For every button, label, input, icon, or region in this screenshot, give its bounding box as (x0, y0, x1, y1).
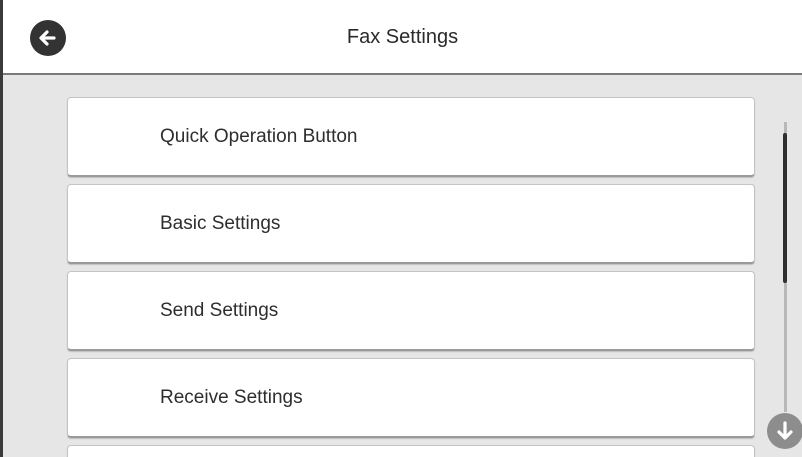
menu-item-partially-visible[interactable] (67, 445, 755, 457)
menu-item-label: Quick Operation Button (160, 125, 358, 147)
scrollbar-thumb[interactable] (783, 133, 787, 283)
header-bar: Fax Settings (3, 0, 802, 75)
menu-item-send-settings[interactable]: Send Settings (67, 271, 755, 351)
settings-menu-list: Quick Operation Button Basic Settings Se… (67, 97, 755, 457)
fax-settings-screen: Fax Settings Quick Operation Button Basi… (0, 0, 802, 457)
arrow-down-icon (777, 421, 793, 440)
menu-item-label: Send Settings (160, 299, 279, 321)
page-title: Fax Settings (346, 26, 459, 48)
scroll-down-button[interactable] (767, 413, 802, 449)
menu-item-basic-settings[interactable]: Basic Settings (67, 184, 755, 264)
menu-item-quick-operation-button[interactable]: Quick Operation Button (67, 97, 755, 177)
menu-item-label: Receive Settings (160, 386, 303, 408)
menu-item-label: Basic Settings (160, 212, 281, 234)
menu-item-receive-settings[interactable]: Receive Settings (67, 358, 755, 438)
